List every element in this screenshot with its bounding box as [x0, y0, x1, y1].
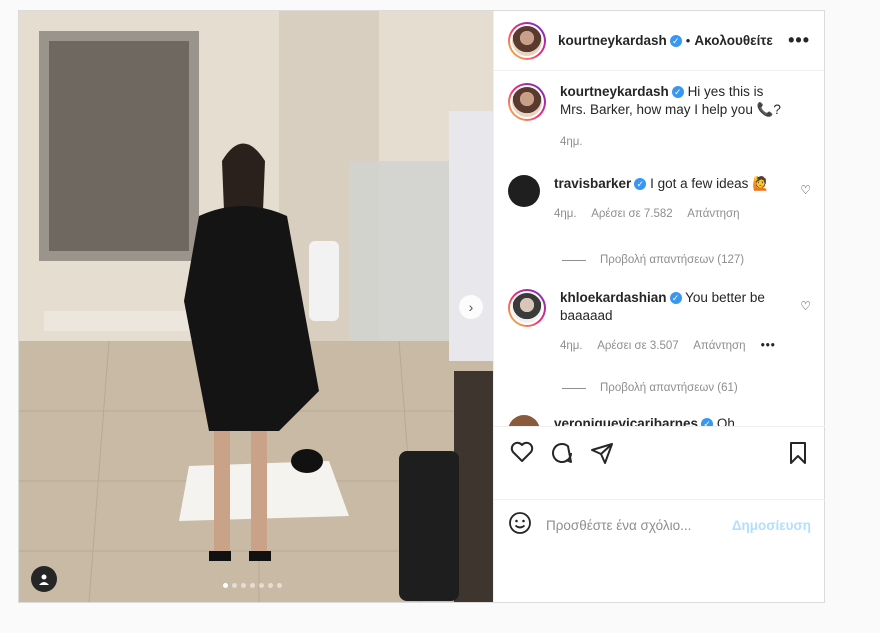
post-side-panel: kourtneykardash ✓ • Ακολουθείτε ••• kour… — [493, 11, 825, 602]
caption-username[interactable]: kourtneykardash — [560, 84, 669, 99]
separator-dot: • — [685, 33, 691, 48]
verified-badge-icon: ✓ — [669, 292, 682, 305]
author-username[interactable]: kourtneykardash — [558, 33, 667, 48]
comment-time[interactable]: 4ημ. — [560, 340, 583, 352]
comment-item: veroniquevicaribarnes✓ Oh ♡ — [494, 415, 825, 426]
author-avatar[interactable] — [508, 21, 546, 60]
comment-time[interactable]: 4ημ. — [554, 208, 577, 220]
comments-list[interactable]: kourtneykardash ✓ Hi yes this is Mrs. Bar… — [494, 71, 825, 426]
comment-username[interactable]: veroniquevicaribarnes — [554, 416, 698, 426]
reply-button[interactable]: Απάντηση — [687, 208, 739, 220]
next-slide-button[interactable]: › — [459, 295, 483, 319]
post-card: › kourtneykardash ✓ • Ακολουθείτε ••• ko… — [18, 10, 825, 603]
like-comment-heart-icon[interactable]: ♡ — [800, 183, 811, 197]
post-header: kourtneykardash ✓ • Ακολουθείτε ••• — [494, 11, 824, 71]
commenter-avatar[interactable] — [508, 175, 540, 207]
comment-text: Oh — [716, 416, 735, 426]
verified-badge-icon: ✓ — [701, 418, 714, 426]
like-heart-icon[interactable] — [510, 441, 534, 468]
tagged-user-icon[interactable] — [31, 566, 57, 592]
comment-more-button[interactable]: ••• — [761, 340, 776, 352]
add-comment-bar: Προσθέστε ένα σχόλιο... Δημοσίευση — [494, 499, 825, 551]
caption-time[interactable]: 4ημ. — [560, 136, 583, 148]
caption-avatar[interactable] — [508, 83, 546, 121]
verified-badge-icon: ✓ — [669, 34, 682, 47]
commenter-avatar[interactable] — [508, 289, 546, 327]
post-photo[interactable]: › — [19, 11, 493, 602]
view-replies-label[interactable]: Προβολή απαντήσεων (127) — [600, 254, 744, 266]
comment-item: travisbarker ✓ I got a few ideas 🙋 4ημ. Α… — [494, 175, 825, 223]
emoji-smiley-icon[interactable] — [508, 511, 532, 540]
carousel-indicator — [223, 583, 282, 588]
save-bookmark-icon[interactable] — [788, 441, 808, 470]
commenter-avatar[interactable] — [508, 415, 540, 426]
verified-badge-icon: ✓ — [671, 86, 684, 99]
verified-badge-icon: ✓ — [634, 178, 647, 191]
share-paper-plane-icon[interactable] — [590, 441, 614, 470]
caption: kourtneykardash ✓ Hi yes this is Mrs. Bar… — [494, 83, 825, 151]
view-replies-button[interactable]: Προβολή απαντήσεων (61) — [562, 382, 738, 394]
view-replies-label[interactable]: Προβολή απαντήσεων (61) — [600, 382, 738, 394]
comment-username[interactable]: khloekardashian — [560, 290, 667, 305]
photo-illustration — [19, 11, 493, 602]
comment-text: I got a few ideas 🙋 — [650, 176, 769, 191]
comment-input[interactable]: Προσθέστε ένα σχόλιο... — [546, 518, 691, 533]
view-replies-button[interactable]: Προβολή απαντήσεων (127) — [562, 254, 744, 266]
post-actions: Προσθέστε ένα σχόλιο... Δημοσίευση — [494, 426, 825, 551]
comment-likes[interactable]: Αρέσει σε 3.507 — [597, 340, 679, 352]
post-comment-button[interactable]: Δημοσίευση — [732, 518, 811, 533]
more-options-button[interactable]: ••• — [788, 30, 810, 51]
comment-username[interactable]: travisbarker — [554, 176, 631, 191]
like-comment-heart-icon[interactable]: ♡ — [800, 299, 811, 313]
comment-item: khloekardashian ✓ You better be baaaaad 4… — [494, 289, 825, 355]
following-button[interactable]: Ακολουθείτε — [694, 33, 772, 48]
reply-button[interactable]: Απάντηση — [693, 340, 745, 352]
comment-likes[interactable]: Αρέσει σε 7.582 — [591, 208, 673, 220]
comment-bubble-icon[interactable] — [550, 441, 574, 470]
